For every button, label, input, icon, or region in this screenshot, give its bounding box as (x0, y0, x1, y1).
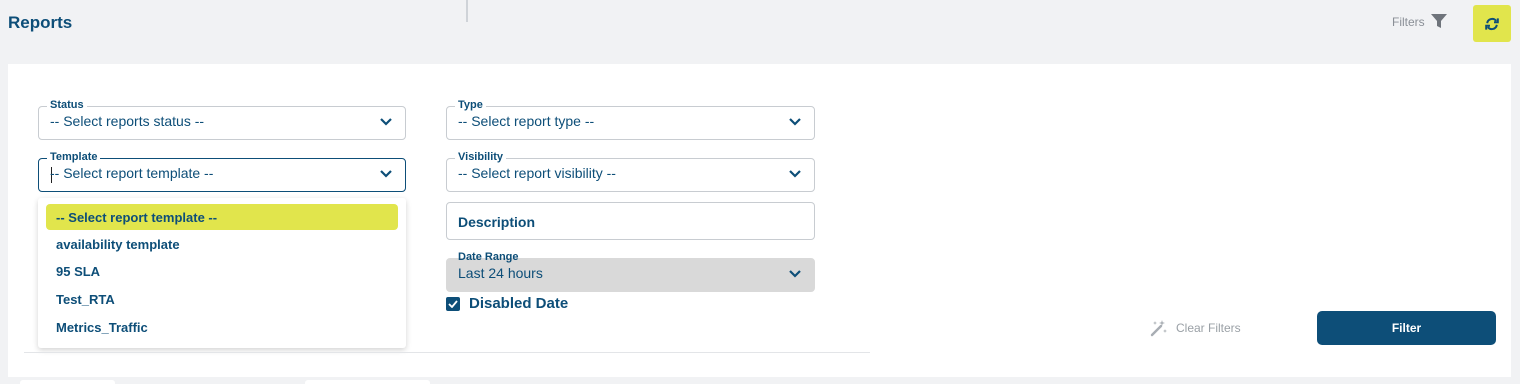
chevron-down-icon (380, 170, 392, 178)
template-select[interactable]: Template -- Select report template -- (38, 150, 406, 192)
tab-stub (305, 380, 430, 384)
status-select[interactable]: Status -- Select reports status -- (38, 98, 406, 140)
refresh-icon (1485, 17, 1499, 30)
template-option[interactable]: Test_RTA (56, 292, 115, 307)
chevron-down-icon (789, 118, 801, 126)
filter-button[interactable]: Filter (1317, 311, 1496, 345)
disabled-date-label: Disabled Date (469, 295, 569, 312)
panel-divider (24, 352, 870, 353)
template-value: -- Select report template -- (50, 165, 214, 181)
date-range-value: Last 24 hours (458, 265, 543, 281)
clear-filters-button[interactable]: Clear Filters (1150, 319, 1241, 337)
template-option-label: -- Select report template -- (56, 210, 218, 225)
visibility-select[interactable]: Visibility -- Select report visibility -… (446, 150, 815, 192)
status-value: -- Select reports status -- (50, 113, 205, 129)
type-label: Type (455, 98, 486, 112)
description-placeholder: Description (458, 214, 536, 230)
clear-filters-label: Clear Filters (1176, 321, 1241, 335)
funnel-icon (1430, 14, 1447, 28)
template-option[interactable]: 95 SLA (56, 264, 100, 279)
magic-wand-icon (1150, 320, 1167, 337)
type-value: -- Select report type -- (458, 113, 595, 129)
checkbox-checked-icon[interactable] (446, 296, 460, 311)
visibility-label: Visibility (455, 150, 507, 164)
disabled-date-checkbox[interactable]: Disabled Date (446, 295, 568, 312)
filters-label: Filters (1392, 14, 1425, 29)
filters-toggle[interactable]: Filters (1392, 14, 1447, 29)
header-divider (466, 0, 468, 22)
type-select[interactable]: Type -- Select report type -- (446, 98, 815, 140)
tab-stub (20, 380, 115, 384)
template-option[interactable]: Metrics_Traffic (56, 320, 148, 335)
date-range-select[interactable]: Date Range Last 24 hours (446, 250, 815, 292)
description-input[interactable]: Description (446, 202, 815, 240)
page-title: Reports (8, 13, 73, 32)
status-label: Status (47, 98, 87, 112)
date-range-label: Date Range (455, 250, 522, 264)
chevron-down-icon (789, 270, 801, 278)
template-label: Template (47, 150, 101, 164)
refresh-button[interactable] (1473, 5, 1511, 42)
chevron-down-icon (789, 170, 801, 178)
chevron-down-icon (380, 118, 392, 126)
template-dropdown: -- Select report template -- availabilit… (38, 198, 406, 348)
template-option[interactable]: availability template (56, 237, 180, 252)
visibility-value: -- Select report visibility -- (458, 165, 616, 181)
template-option-selected[interactable]: -- Select report template -- (46, 204, 398, 230)
